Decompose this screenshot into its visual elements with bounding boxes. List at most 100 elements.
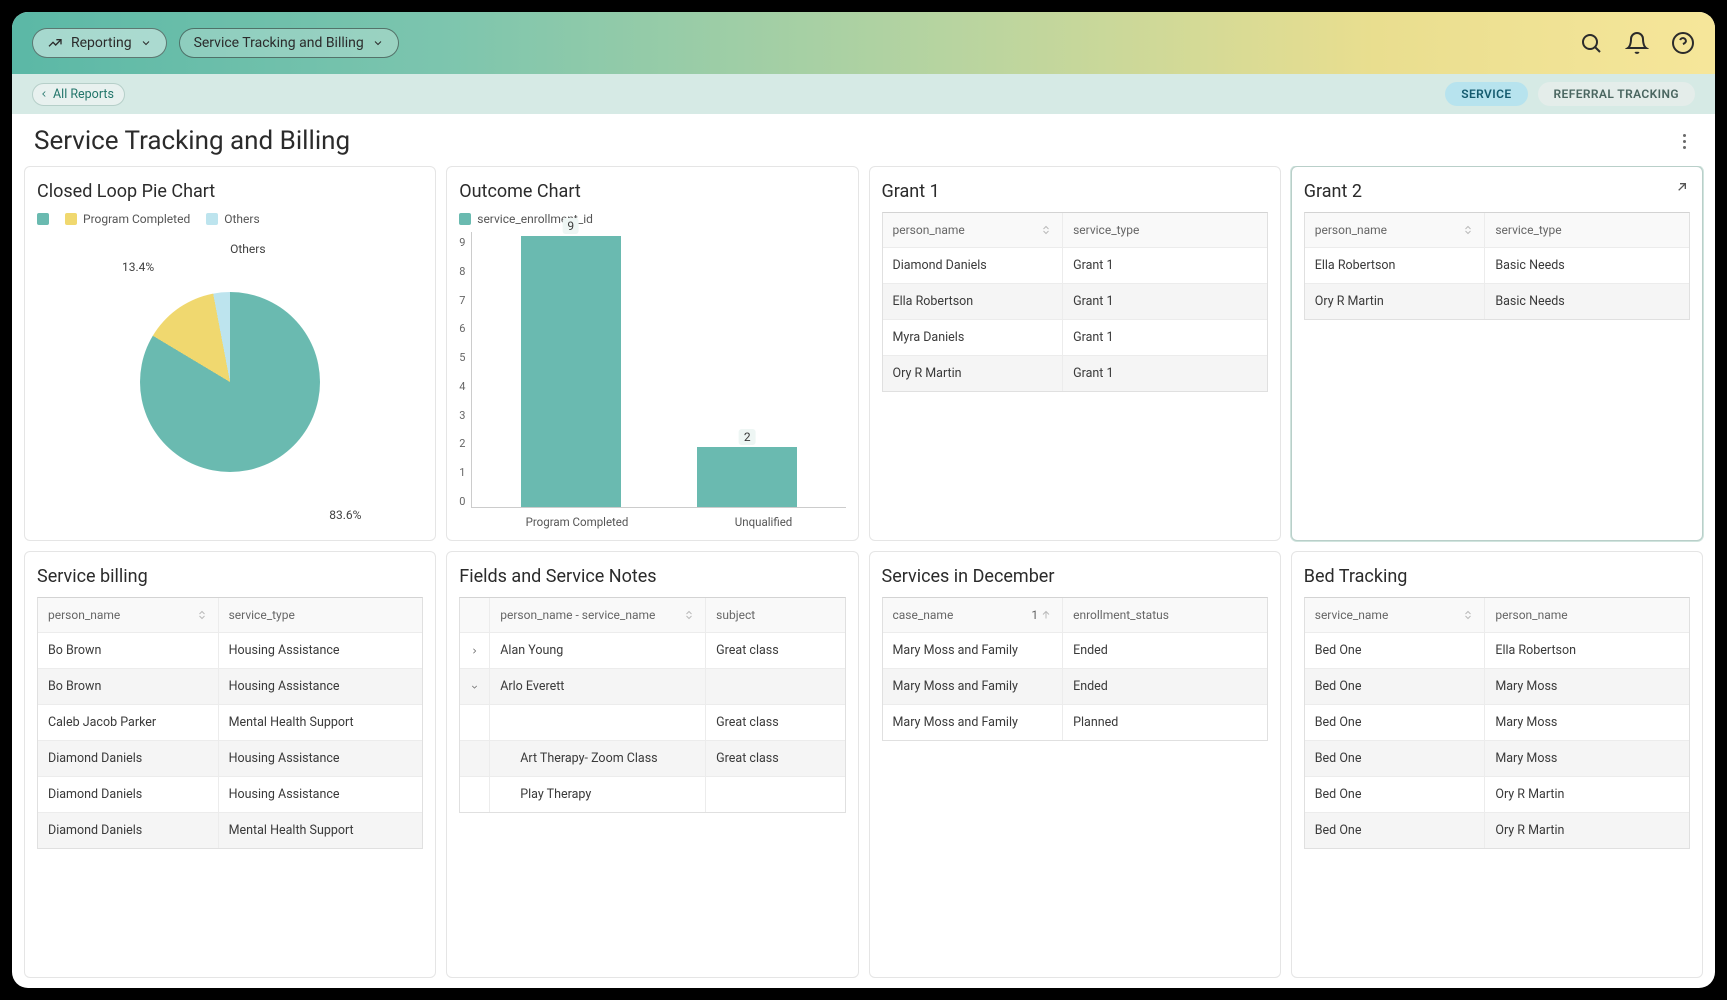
chart-line-icon <box>47 35 63 51</box>
col-service-name[interactable]: service_name <box>1305 598 1486 632</box>
pie-slice-label: Others <box>230 242 265 256</box>
table-row[interactable]: Play Therapy <box>460 777 844 812</box>
cell: Ella Robertson <box>1485 633 1689 668</box>
table-row[interactable]: Bed OneOry R Martin <box>1305 777 1689 813</box>
pie-pct-label: 83.6% <box>329 508 361 522</box>
card-grant-1: Grant 1 person_name service_type Diamond… <box>869 166 1281 541</box>
col-person-name[interactable]: person_name <box>1305 213 1486 247</box>
cell: Alan Young <box>490 633 706 668</box>
cell: Grant 1 <box>1063 248 1267 283</box>
cell: Housing Assistance <box>219 777 423 812</box>
chip-service[interactable]: SERVICE <box>1445 82 1527 106</box>
all-reports-back[interactable]: All Reports <box>32 83 125 106</box>
table-row[interactable]: Art Therapy- Zoom ClassGreat class <box>460 741 844 777</box>
col-person-name[interactable]: person_name <box>38 598 219 632</box>
pie-legend: Program Completed Others <box>37 212 423 226</box>
chevron-right-icon[interactable] <box>470 645 479 657</box>
table-row[interactable]: Mary Moss and FamilyPlanned <box>883 705 1267 740</box>
chip-referral-tracking[interactable]: REFERRAL TRACKING <box>1538 82 1695 106</box>
cell: Ella Robertson <box>883 284 1064 319</box>
table-row[interactable]: Diamond DanielsHousing Assistance <box>38 741 422 777</box>
table-row[interactable]: Ory R MartinBasic Needs <box>1305 284 1689 319</box>
x-label: Unqualified <box>735 515 793 529</box>
cell: Bed One <box>1305 741 1486 776</box>
table-row[interactable]: Bed OneElla Robertson <box>1305 633 1689 669</box>
app-window: Reporting Service Tracking and Billing A… <box>12 12 1715 988</box>
table-row[interactable]: Bed OneOry R Martin <box>1305 813 1689 848</box>
card-title: Fields and Service Notes <box>459 566 845 587</box>
col-enrollment-status[interactable]: enrollment_status <box>1063 598 1267 632</box>
cell: Play Therapy <box>490 777 706 812</box>
cell <box>490 705 706 740</box>
table-row[interactable]: Mary Moss and FamilyEnded <box>883 633 1267 669</box>
col-subject[interactable]: subject <box>706 598 844 632</box>
col-person-name[interactable]: person_name <box>883 213 1064 247</box>
col-person-service[interactable]: person_name - service_name <box>490 598 706 632</box>
table-row[interactable]: Alan YoungGreat class <box>460 633 844 669</box>
table-row[interactable]: Bed OneMary Moss <box>1305 705 1689 741</box>
subbar-chips: SERVICE REFERRAL TRACKING <box>1445 82 1695 106</box>
more-menu-button[interactable] <box>1675 132 1693 150</box>
expand-cell <box>460 777 490 812</box>
card-grant-2: Grant 2 person_name service_type Ella Ro… <box>1291 166 1703 541</box>
cell: Mental Health Support <box>219 705 423 740</box>
swatch-teal <box>459 213 471 225</box>
bar-legend: service_enrollment_id <box>459 212 845 226</box>
col-service-type[interactable]: service_type <box>1063 213 1267 247</box>
card-title: Bed Tracking <box>1304 566 1690 587</box>
sort-icon <box>1462 224 1474 236</box>
table-row[interactable]: Bo BrownHousing Assistance <box>38 633 422 669</box>
bar-value: 2 <box>739 429 756 445</box>
table-row[interactable]: Myra DanielsGrant 1 <box>883 320 1267 356</box>
page-dropdown[interactable]: Service Tracking and Billing <box>179 28 399 58</box>
cell: Mary Moss <box>1485 669 1689 704</box>
cell: Mary Moss and Family <box>883 669 1064 704</box>
table-row[interactable]: Caleb Jacob ParkerMental Health Support <box>38 705 422 741</box>
expand-cell <box>460 741 490 776</box>
reporting-label: Reporting <box>71 35 132 51</box>
cell: Mary Moss <box>1485 741 1689 776</box>
reporting-dropdown[interactable]: Reporting <box>32 28 167 58</box>
topbar-actions <box>1579 31 1695 55</box>
chevron-down-icon[interactable] <box>470 681 479 693</box>
cell: Great class <box>706 705 844 740</box>
dashboard-grid: Closed Loop Pie Chart Program Completed … <box>12 166 1715 988</box>
cell: Housing Assistance <box>219 633 423 668</box>
table-row[interactable]: Diamond DanielsGrant 1 <box>883 248 1267 284</box>
cell: Ended <box>1063 669 1267 704</box>
help-icon[interactable] <box>1671 31 1695 55</box>
sort-icon <box>683 609 695 621</box>
card-fields-service-notes: Fields and Service Notes person_name - s… <box>446 551 858 978</box>
table-row[interactable]: Great class <box>460 705 844 741</box>
col-service-type[interactable]: service_type <box>1485 213 1689 247</box>
cell: Ory R Martin <box>1485 777 1689 812</box>
cell: Basic Needs <box>1485 284 1689 319</box>
table-row[interactable]: Mary Moss and FamilyEnded <box>883 669 1267 705</box>
table-row[interactable]: Bed OneMary Moss <box>1305 669 1689 705</box>
table-row[interactable]: Diamond DanielsMental Health Support <box>38 813 422 848</box>
cell: Bo Brown <box>38 633 219 668</box>
search-icon[interactable] <box>1579 31 1603 55</box>
grant2-table: person_name service_type Ella RobertsonB… <box>1304 212 1690 320</box>
col-person-name[interactable]: person_name <box>1485 598 1689 632</box>
table-row[interactable]: Ella RobertsonBasic Needs <box>1305 248 1689 284</box>
expand-cell <box>460 705 490 740</box>
table-row[interactable]: Bed OneMary Moss <box>1305 741 1689 777</box>
card-outcome-chart: Outcome Chart service_enrollment_id 9876… <box>446 166 858 541</box>
bar-plot: 9 2 Program Completed Unqualified <box>471 232 845 508</box>
table-row[interactable]: Arlo Everett <box>460 669 844 705</box>
table-row[interactable]: Ella RobertsonGrant 1 <box>883 284 1267 320</box>
cell: Mary Moss and Family <box>883 705 1064 740</box>
cell: Grant 1 <box>1063 320 1267 355</box>
expand-icon[interactable] <box>1674 179 1690 195</box>
table-row[interactable]: Diamond DanielsHousing Assistance <box>38 777 422 813</box>
col-service-type[interactable]: service_type <box>219 598 423 632</box>
bed-table: service_name person_name Bed OneElla Rob… <box>1304 597 1690 849</box>
cell: Ory R Martin <box>883 356 1064 391</box>
table-row[interactable]: Bo BrownHousing Assistance <box>38 669 422 705</box>
bell-icon[interactable] <box>1625 31 1649 55</box>
card-title: Service billing <box>37 566 423 587</box>
table-row[interactable]: Ory R MartinGrant 1 <box>883 356 1267 391</box>
page-title: Service Tracking and Billing <box>34 126 350 156</box>
col-case-name[interactable]: case_name1 <box>883 598 1064 632</box>
